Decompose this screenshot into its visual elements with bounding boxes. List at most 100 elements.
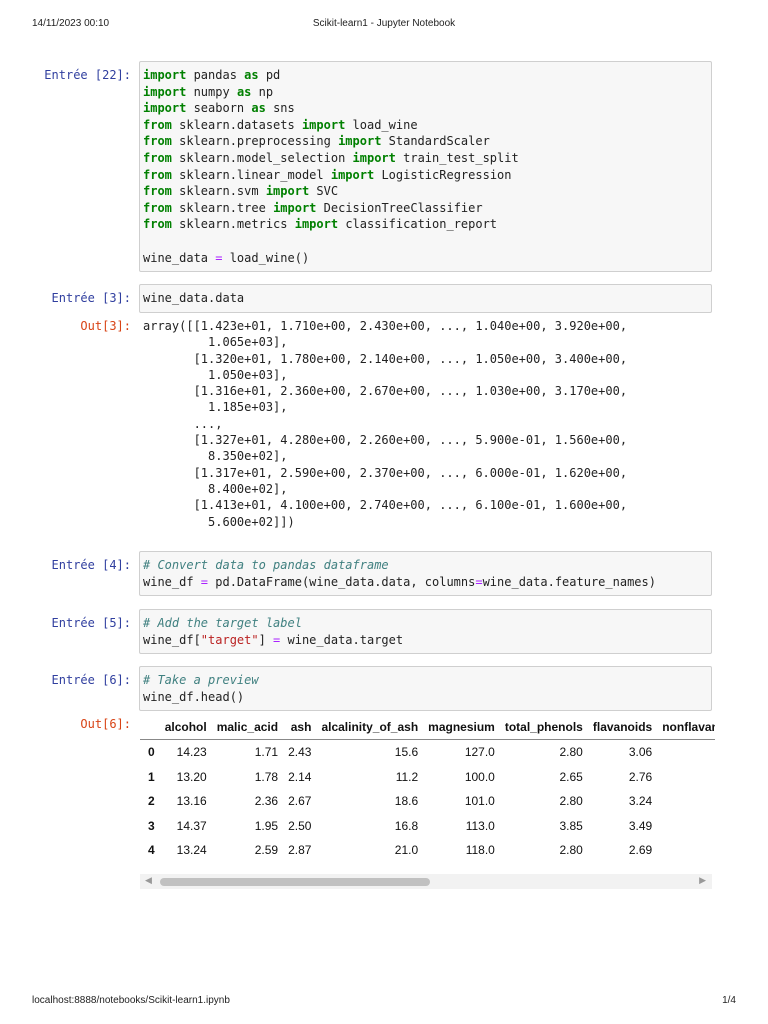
table-cell: 16.8 (394, 818, 419, 833)
table-cell (657, 838, 715, 863)
table-cell: 1.95 (254, 818, 279, 833)
code-token: seaborn (186, 101, 252, 116)
code-token: DecisionTreeClassifier (316, 200, 483, 215)
table-cell (657, 814, 715, 839)
table-cell: 2.80 (559, 794, 583, 809)
code-token: load_wine (345, 117, 418, 132)
table-row: 3 14.37 1.95 2.50 16.8 113.0 3.85 3.49 (140, 814, 715, 839)
code-token: "target" (200, 632, 259, 647)
column-header (140, 715, 160, 740)
code-token: wine_data.data (143, 291, 245, 305)
row-index: 3 (148, 818, 155, 833)
table-cell: 101.0 (464, 794, 495, 809)
out-prompt-3: Out[3]: (80, 319, 131, 333)
table-cell: 3.06 (628, 745, 653, 760)
code-token: np (251, 84, 274, 99)
dataframe-table: alcohol malic_acid ash alcalinity_of_ash mag… (140, 715, 715, 863)
code-token: SVC (309, 184, 339, 199)
code-token: # Add the target label (143, 616, 302, 630)
table-cell: 13.24 (176, 843, 207, 858)
column-header: alcohol (159, 715, 212, 740)
in-prompt: Entrée [5]: (51, 616, 131, 630)
table-cell (657, 740, 715, 765)
code-token: import (294, 217, 339, 232)
table-cell: 2.67 (288, 794, 312, 809)
code-cell[interactable]: # Convert data to pandas dataframe wine_d… (139, 551, 712, 597)
code-line: import seaborn as sns (143, 100, 708, 117)
table-cell: 18.6 (394, 794, 419, 809)
code-line: from sklearn.svm import SVC (143, 183, 708, 200)
table-cell: 3.24 (628, 794, 653, 809)
row-index: 2 (148, 794, 155, 809)
table-cell: 13.20 (176, 769, 207, 784)
table-cell: 2.14 (288, 769, 312, 784)
code-line: # Convert data to pandas dataframe (143, 557, 708, 574)
table-cell: 14.23 (176, 745, 207, 760)
code-line: import numpy as np (143, 84, 708, 101)
scroll-left-arrow-icon[interactable]: ◀ (145, 875, 152, 886)
page-url: localhost:8888/notebooks/Scikit-learn1.i… (32, 995, 230, 1006)
column-header: nonflavanoid_phenols (657, 715, 715, 740)
table-cell: 13.16 (176, 794, 207, 809)
code-cell[interactable]: # Add the target label wine_df["target"] … (139, 609, 712, 655)
code-token: pd (258, 68, 281, 82)
scrollbar-thumb[interactable] (160, 878, 430, 886)
in-prompt: Entrée [4]: (51, 558, 131, 572)
code-token: from (143, 150, 172, 165)
code-token: from (143, 117, 172, 132)
table-cell (657, 789, 715, 814)
code-token: wine_df (143, 574, 201, 589)
code-token: pandas (186, 68, 245, 82)
code-token: StandardScaler (381, 134, 490, 149)
code-cell[interactable]: import pandas as pd import numpy as np imp… (139, 61, 712, 273)
row-index: 0 (148, 745, 155, 760)
code-token: wine_df.head() (143, 689, 245, 704)
code-token: wine_data.feature_names) (482, 574, 656, 589)
table-cell: 2.69 (628, 843, 653, 858)
scroll-right-arrow-icon[interactable]: ▶ (699, 875, 706, 886)
code-token: as (244, 68, 259, 82)
column-header: malic_acid (211, 715, 284, 740)
code-token: load_wine() (222, 250, 310, 265)
code-cell[interactable]: # Take a preview wine_df.head() (139, 666, 712, 712)
page-title: Scikit-learn1 - Jupyter Notebook (312, 18, 456, 29)
table-cell: 3.49 (628, 818, 653, 833)
code-token: sns (265, 101, 295, 116)
code-token: import (143, 101, 187, 116)
output-array: array([[1.423e+01, 1.710e+00, 2.430e+00,… (143, 319, 628, 529)
column-header: total_phenols (499, 715, 588, 740)
code-line: # Take a preview (143, 672, 708, 689)
table-cell: 2.80 (559, 843, 583, 858)
code-line: from sklearn.linear_model import Logisti… (143, 167, 708, 184)
code-line: from sklearn.metrics import classificati… (143, 216, 708, 233)
horizontal-scrollbar[interactable]: ◀ ▶ (140, 874, 712, 889)
table-cell: 14.37 (176, 818, 207, 833)
code-token: train_test_split (395, 150, 519, 165)
code-token: import (301, 117, 346, 132)
table-cell: 15.6 (394, 745, 419, 760)
code-line: from sklearn.datasets import load_wine (143, 117, 708, 134)
in-prompt: Entrée [22]: (44, 68, 131, 82)
code-line: wine_df = pd.DataFrame(wine_data.data, c… (143, 574, 708, 591)
code-line: # Add the target label (143, 615, 708, 632)
in-prompt: Entrée [3]: (51, 291, 131, 305)
table-row: 1 13.20 1.78 2.14 11.2 100.0 2.65 2.76 (140, 765, 715, 790)
code-token: import (338, 134, 382, 149)
row-index: 1 (148, 769, 155, 784)
in-prompt: Entrée [6]: (51, 673, 131, 687)
code-cell[interactable]: wine_data.data (139, 284, 712, 313)
table-cell: 2.43 (288, 745, 312, 760)
code-line: wine_df["target"] = wine_data.target (143, 632, 708, 649)
column-header: magnesium (423, 715, 500, 740)
table-cell: 2.36 (254, 794, 279, 809)
code-token: classification_report (338, 217, 498, 232)
table-row: 2 13.16 2.36 2.67 18.6 101.0 2.80 3.24 (140, 789, 715, 814)
code-line: from sklearn.preprocessing import Standa… (143, 133, 708, 150)
table-cell: 2.80 (559, 745, 583, 760)
code-line: from sklearn.tree import DecisionTreeCla… (143, 200, 708, 217)
table-cell: 21.0 (394, 843, 419, 858)
code-token: import (143, 84, 187, 99)
code-token: sklearn.linear_model (171, 167, 331, 182)
code-line: import pandas as pd (143, 67, 708, 84)
code-token: numpy (186, 84, 237, 99)
